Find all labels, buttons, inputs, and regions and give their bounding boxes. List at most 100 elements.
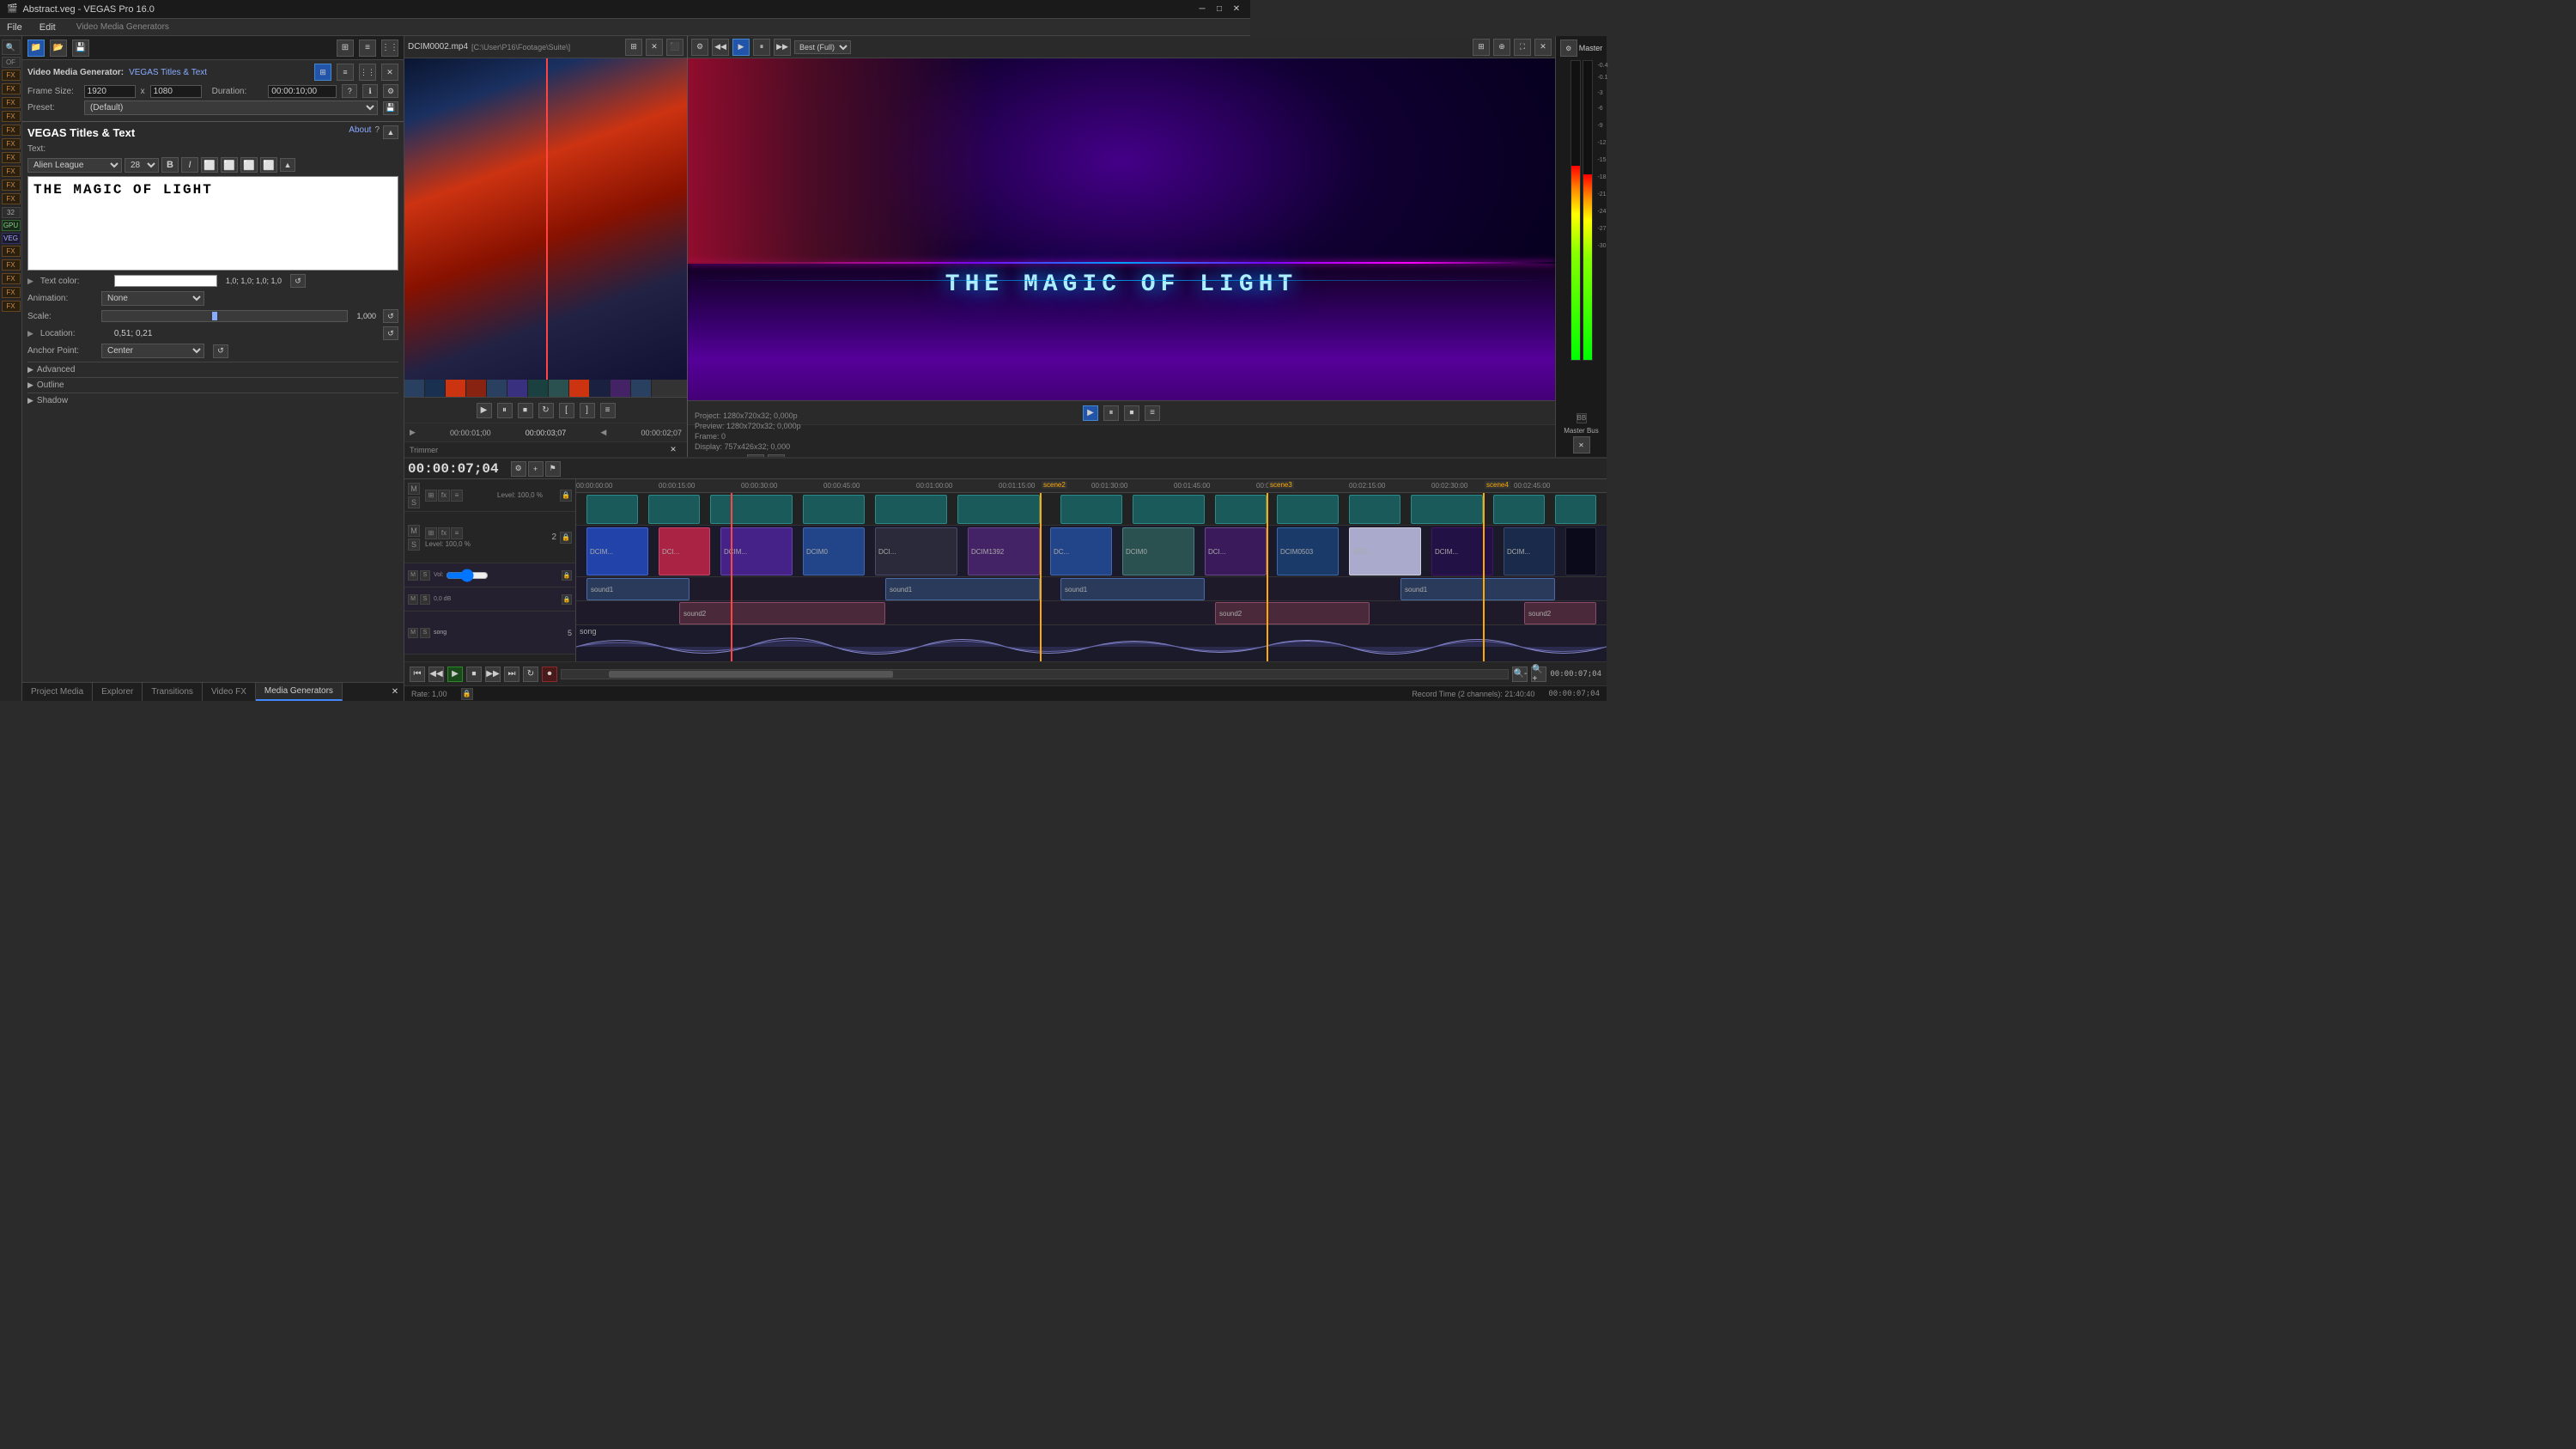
vmg-help-btn[interactable]: ? — [342, 84, 357, 98]
audio-clip-1[interactable]: sound1 — [586, 578, 690, 600]
align-justify-btn[interactable]: ⬜ — [260, 157, 277, 173]
clip-v1-2[interactable] — [648, 495, 700, 524]
clip-v2-9[interactable]: DCI... — [1205, 527, 1267, 575]
trim-in-btn[interactable]: [ — [559, 403, 574, 418]
trimmer-close-btn[interactable]: ✕ — [665, 441, 682, 459]
track2-fx3[interactable]: ≡ — [451, 527, 463, 539]
grid-view-btn[interactable]: ⊞ — [337, 40, 354, 57]
trimmer-icon1[interactable]: ⊞ — [625, 39, 642, 56]
sidebar-fx-10[interactable]: FX — [2, 193, 21, 204]
clip-v1-13[interactable] — [1493, 495, 1545, 524]
preview-pause-btn[interactable]: ⏸ — [753, 39, 770, 56]
tl-stop-btn[interactable]: ⏹ — [466, 667, 482, 682]
clip-v1-14[interactable] — [1555, 495, 1596, 524]
trimmer-icon3[interactable]: ⬛ — [666, 39, 683, 56]
vmg-close[interactable]: ✕ — [381, 64, 398, 81]
tl-rewind-btn[interactable]: ⏮ — [410, 667, 425, 682]
tl-add-track-btn[interactable]: + — [528, 461, 544, 477]
audio-clip-4[interactable]: sound1 — [1400, 578, 1555, 600]
close-button[interactable]: ✕ — [1230, 3, 1243, 16]
timeline-tracks[interactable]: 00:00:00:00 00:00:15:00 00:00:30:00 00:0… — [576, 479, 1607, 661]
at2-lock[interactable]: 🔒 — [562, 594, 572, 605]
tl-back-btn[interactable]: ◀◀ — [428, 667, 444, 682]
scroll-thumb[interactable] — [609, 671, 893, 678]
clip-v2-1[interactable]: DCIM... — [586, 527, 648, 575]
at1-solo[interactable]: S — [420, 570, 430, 581]
trim-pause-btn[interactable]: ⏸ — [497, 403, 513, 418]
maximize-button[interactable]: □ — [1212, 3, 1226, 16]
menu-edit[interactable]: Edit — [36, 22, 59, 33]
vt-help-btn[interactable]: ? — [374, 125, 380, 139]
track2-mute[interactable]: M — [408, 525, 420, 537]
preview-prev-btn[interactable]: ◀◀ — [712, 39, 729, 56]
preview-zoom-btn[interactable]: ⊕ — [1493, 39, 1510, 56]
scale-slider[interactable] — [101, 310, 348, 322]
save-btn[interactable]: 💾 — [72, 40, 89, 57]
sidebar-of[interactable]: OF — [2, 57, 21, 68]
clip-v2-14[interactable] — [1565, 527, 1596, 575]
clip-v1-6[interactable] — [957, 495, 1040, 524]
trimmer-icon2[interactable]: ✕ — [646, 39, 663, 56]
at1-lock[interactable]: 🔒 — [562, 570, 572, 581]
clip-v2-10[interactable]: DCIM0503 — [1277, 527, 1339, 575]
trim-stop-btn[interactable]: ⏹ — [518, 403, 533, 418]
audio-clip-3[interactable]: sound1 — [1060, 578, 1205, 600]
snap-btn[interactable]: 🔒 — [461, 688, 473, 700]
vmg-icon2[interactable]: ≡ — [337, 64, 354, 81]
duration-input[interactable] — [268, 85, 337, 98]
minimize-button[interactable]: ─ — [1195, 3, 1209, 16]
sidebar-fx-12[interactable]: FX — [2, 259, 21, 271]
sidebar-fx-7[interactable]: FX — [2, 152, 21, 163]
shadow-expand[interactable]: ▶ Shadow — [27, 393, 398, 408]
clip-v2-6[interactable]: DCIM1392 — [968, 527, 1040, 575]
vmg-icon1[interactable]: ⊞ — [314, 64, 331, 81]
sidebar-fx-8[interactable]: FX — [2, 166, 21, 177]
frame-height-input[interactable] — [150, 85, 202, 98]
clip-v2-13[interactable]: DCIM... — [1504, 527, 1555, 575]
clip-v1-7[interactable] — [1060, 495, 1122, 524]
tl-play-btn[interactable]: ▶ — [447, 667, 463, 682]
tl-zoom-out-btn[interactable]: 🔍- — [1512, 667, 1528, 682]
tl-marker-btn[interactable]: ⚑ — [545, 461, 561, 477]
sidebar-fx-6[interactable]: FX — [2, 138, 21, 149]
track1-solo[interactable]: S — [408, 496, 420, 508]
preview-grid-btn[interactable]: ⊞ — [1473, 39, 1490, 56]
track1-fx3[interactable]: ≡ — [451, 490, 463, 502]
sidebar-fx-9[interactable]: FX — [2, 180, 21, 191]
clip-v1-9[interactable] — [1215, 495, 1267, 524]
tab-transitions[interactable]: Transitions — [143, 683, 203, 701]
vt-about-btn[interactable]: About — [349, 125, 371, 139]
timeline-scrollbar[interactable] — [561, 669, 1509, 679]
sidebar-fx-15[interactable]: FX — [2, 301, 21, 312]
clip-v1-4[interactable] — [803, 495, 865, 524]
clip-v2-7[interactable]: DC... — [1050, 527, 1112, 575]
track1-mute[interactable]: M — [408, 483, 420, 495]
clip-v2-4[interactable]: DCIM0 — [803, 527, 865, 575]
text-color-swatch[interactable] — [114, 275, 217, 287]
sidebar-fx-5[interactable]: FX — [2, 125, 21, 136]
sidebar-fx-1[interactable]: FX — [2, 70, 21, 81]
new-project-btn[interactable]: 📁 — [27, 40, 45, 57]
audio-clip-2[interactable]: sound1 — [885, 578, 1040, 600]
vt-expand-btn[interactable]: ▲ — [383, 125, 398, 139]
sidebar-veg[interactable]: VEG — [2, 233, 21, 244]
vmg-info-btn[interactable]: ℹ — [362, 84, 378, 98]
outline-expand[interactable]: ▶ Outline — [27, 377, 398, 393]
clip-v1-1[interactable] — [586, 495, 638, 524]
vmg-icon3[interactable]: ⋮⋮ — [359, 64, 376, 81]
at2-mute[interactable]: M — [408, 594, 418, 605]
song-mute[interactable]: M — [408, 628, 418, 638]
clip-v2-11[interactable]: VEG... — [1349, 527, 1421, 575]
trim-loop-btn[interactable]: ↻ — [538, 403, 554, 418]
vu-settings-btn[interactable]: ⚙ — [1560, 40, 1577, 57]
tl-record-btn[interactable]: ⏺ — [542, 667, 557, 682]
preview-play-btn[interactable]: ▶ — [732, 39, 750, 56]
tab-video-fx[interactable]: Video FX — [203, 683, 256, 701]
clip-v2-2[interactable]: DCI... — [659, 527, 710, 575]
advanced-expand[interactable]: ▶ Advanced — [27, 362, 398, 377]
sidebar-fx-4[interactable]: FX — [2, 111, 21, 122]
preview-close-btn[interactable]: ✕ — [1534, 39, 1552, 56]
anchor-reset[interactable]: ↺ — [213, 344, 228, 358]
align-left-btn[interactable]: ⬜ — [201, 157, 218, 173]
preset-select[interactable]: (Default) — [84, 100, 378, 115]
